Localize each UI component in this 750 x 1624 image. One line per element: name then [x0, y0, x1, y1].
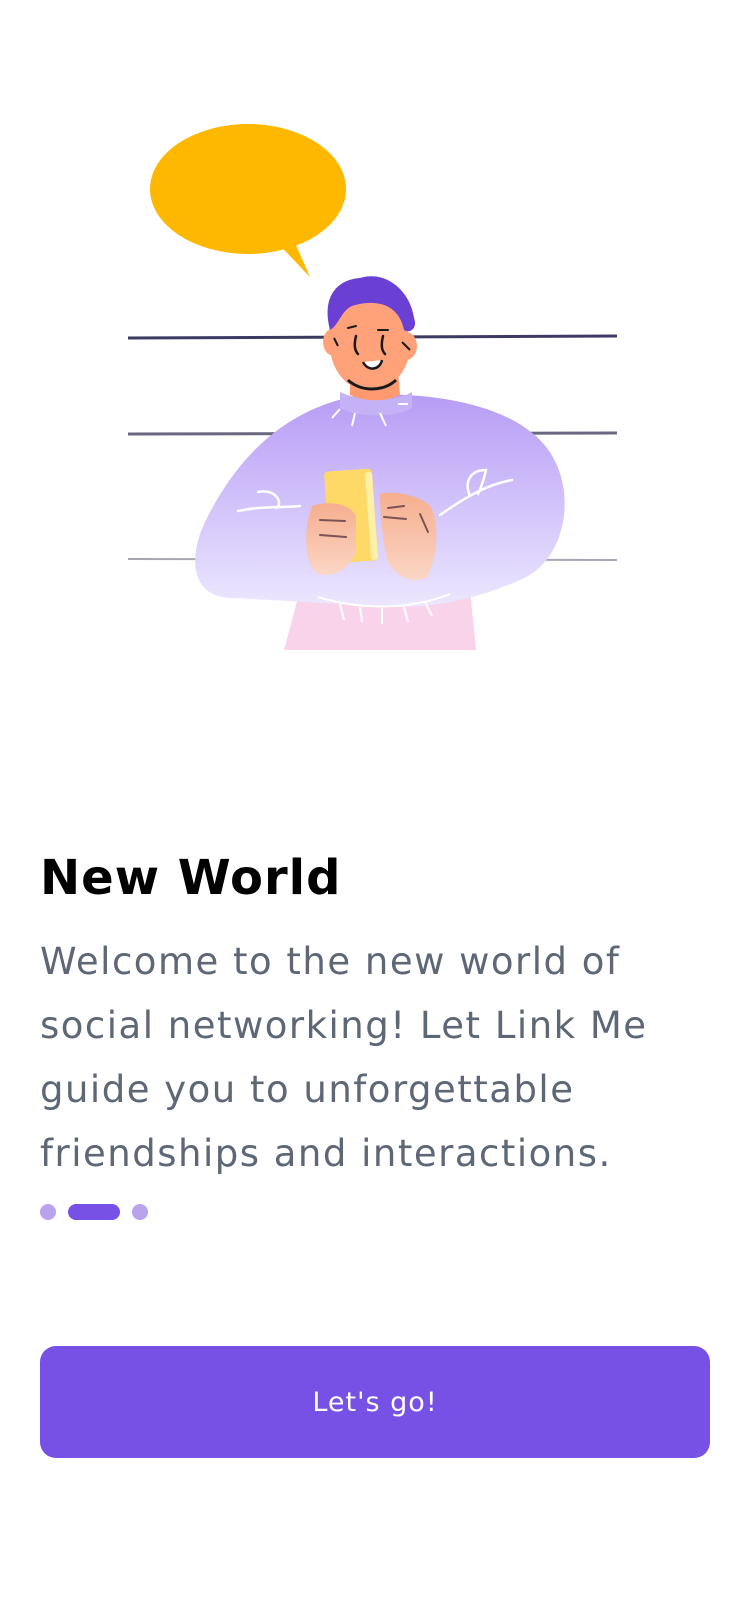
speech-bubble-icon [150, 124, 346, 277]
pagination-indicator [40, 1204, 148, 1220]
pagination-dot-2-active [68, 1204, 120, 1220]
page-title: New World [40, 850, 342, 906]
page-description: Welcome to the new world of social netwo… [40, 940, 648, 1175]
sweater [195, 394, 565, 607]
pagination-dot-3 [132, 1204, 148, 1220]
left-hand [306, 503, 356, 575]
pagination-dot-1 [40, 1204, 56, 1220]
onboarding-illustration [127, 124, 618, 650]
person-head [323, 276, 417, 391]
lets-go-button[interactable]: Let's go! [40, 1346, 710, 1458]
